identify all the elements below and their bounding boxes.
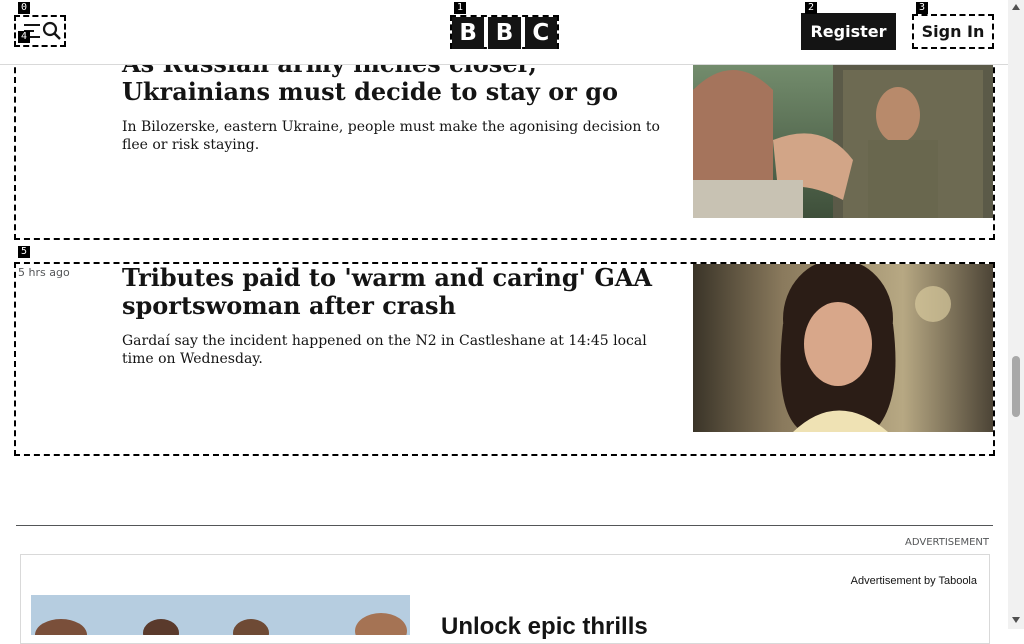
scroll-thumb[interactable] [1012,356,1020,417]
marker-label: 4 [18,31,31,43]
article-timestamp: 5 hrs ago [18,266,70,279]
divider [16,525,993,526]
logo-letter: B [488,17,521,49]
register-button[interactable]: Register [801,13,896,50]
page-scrollbar[interactable] [1008,0,1024,629]
article-card[interactable]: 5 hrs ago Tributes paid to 'warm and car… [14,262,995,456]
ad-attribution[interactable]: Advertisement by Taboola [851,575,977,587]
scroll-down-arrow-icon[interactable] [1012,617,1020,623]
marker-label: 5 [18,246,31,258]
article-summary: In Bilozerske, eastern Ukraine, people m… [122,119,660,153]
marker-label: 2 [805,2,818,14]
article-headline[interactable]: Tributes paid to 'warm and caring' GAA s… [122,264,682,320]
logo-letter: C [524,17,557,49]
advertisement-label: ADVERTISEMENT [904,537,989,548]
logo-letter: B [452,17,485,49]
ad-headline[interactable]: Unlock epic thrills [441,613,648,641]
ad-image[interactable] [31,595,410,635]
marker-label: 3 [916,2,929,14]
taboola-ad[interactable]: Advertisement by Taboola Unlock epic thr… [20,554,990,644]
marker-label: 0 [18,2,31,14]
sign-in-button[interactable]: Sign In [912,14,994,49]
site-header: B B C Register Sign In [0,0,1008,65]
scroll-up-arrow-icon[interactable] [1012,4,1020,10]
article-summary: Gardaí say the incident happened on the … [122,333,647,367]
bbc-logo[interactable]: B B C [450,15,559,49]
search-icon [42,21,61,40]
marker-label: 1 [454,2,467,14]
article-image[interactable] [693,264,993,432]
